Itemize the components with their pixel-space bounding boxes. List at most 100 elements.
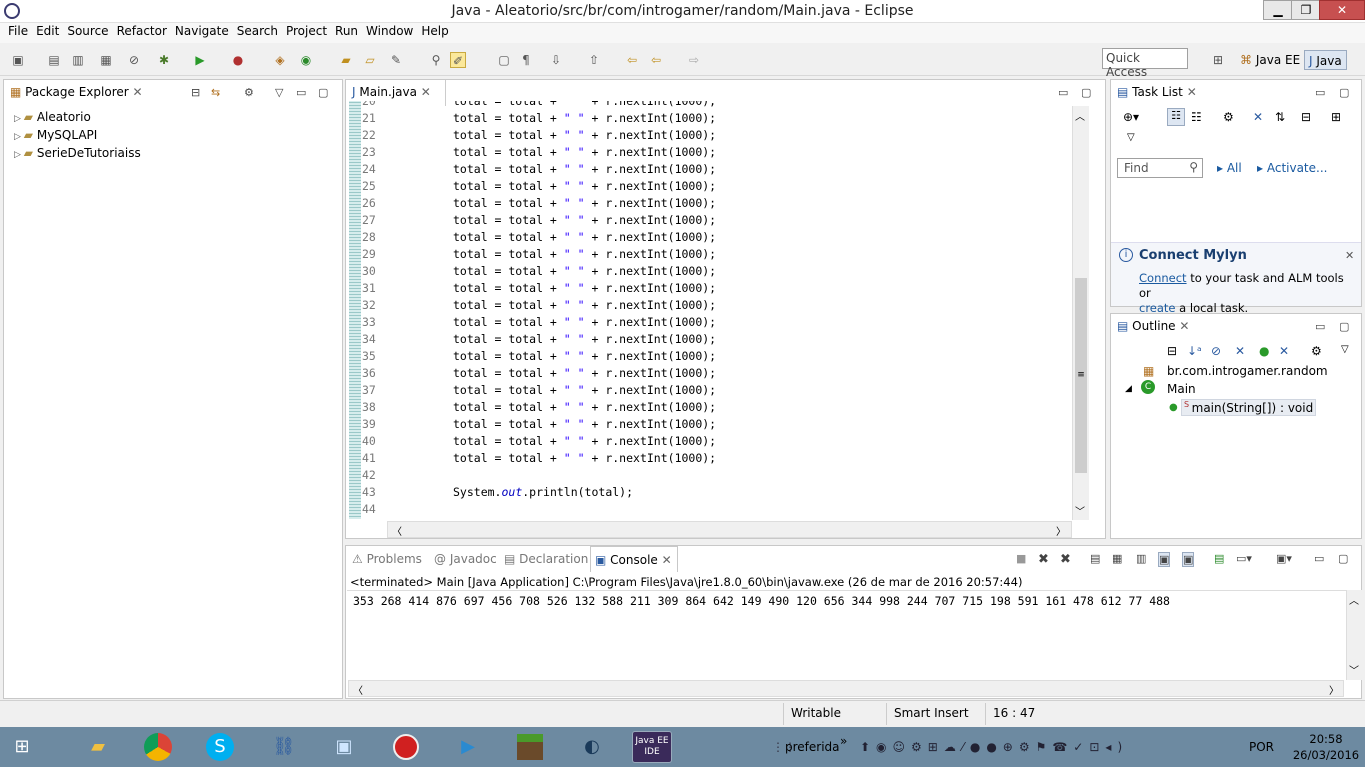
minimize-view-icon[interactable]: ▭ (1315, 86, 1325, 99)
tray-clock[interactable]: 20:58 26/03/2016 (1290, 731, 1362, 763)
maximize-view-icon[interactable]: ▢ (1339, 86, 1349, 99)
editor-hscrollbar[interactable]: 〈 〉 (387, 521, 1072, 538)
project-item[interactable]: ▷ ▰ Aleatorio (14, 110, 91, 124)
skype-icon[interactable]: S (200, 731, 240, 763)
code-line-println[interactable]: System.out.println(total); (453, 485, 633, 499)
tray-language[interactable]: POR (1249, 727, 1274, 767)
code-line[interactable]: total = total + " " + r.nextInt(1000); (453, 366, 716, 380)
maximize-view-icon[interactable]: ▢ (1081, 86, 1091, 99)
close-icon[interactable]: ✕ (133, 85, 143, 99)
menu-navigate[interactable]: Navigate (175, 23, 229, 38)
code-line[interactable]: total = total + " " + r.nextInt(1000); (453, 349, 716, 363)
maximize-button[interactable]: ❐ (1291, 0, 1321, 20)
menu-edit[interactable]: Edit (36, 23, 59, 38)
console-vscrollbar[interactable]: ︿ ﹀ (1346, 590, 1362, 680)
close-icon[interactable]: ✕ (1187, 85, 1197, 99)
link-editor-icon[interactable]: ⇆ (211, 86, 220, 99)
code-line[interactable]: total = total + " " + r.nextInt(1000); (453, 451, 716, 465)
scroll-up-icon[interactable]: ︿ (1349, 592, 1359, 607)
focus-icon[interactable]: ⚙ (1223, 110, 1234, 124)
save-all-icon[interactable]: ▥ (70, 52, 86, 68)
network-app-icon[interactable]: ⛓ (264, 731, 304, 763)
code-line[interactable]: total = total + " " + r.nextInt(1000); (453, 281, 716, 295)
code-line[interactable]: total = total + " " + r.nextInt(1000); (453, 145, 716, 159)
menu-help[interactable]: Help (421, 23, 448, 38)
forward-icon[interactable]: ⇨ (686, 52, 702, 68)
quick-access-input[interactable]: Quick Access (1102, 48, 1188, 79)
task-repo-icon[interactable]: ⊞ (1331, 110, 1341, 124)
run-icon[interactable]: ▶ (192, 52, 208, 68)
tray-preferida[interactable]: preferida (785, 727, 840, 767)
outline-class[interactable]: Main (1167, 382, 1196, 396)
menu-search[interactable]: Search (237, 23, 278, 38)
start-windows-icon[interactable]: ⊞ (2, 731, 42, 763)
tray-icons[interactable]: ⬆◉☺⚙⊞☁⁄●●⊕⚙⚑☎✓⊡◂) (860, 727, 1128, 767)
menu-window[interactable]: Window (366, 23, 413, 38)
back-icon[interactable]: ⇦ (648, 52, 664, 68)
expand-icon[interactable]: ▷ (14, 114, 24, 124)
hide-nonpublic-icon[interactable]: ● (1259, 344, 1269, 358)
tab-console[interactable]: ▣ Console ✕ (590, 546, 678, 572)
code-line[interactable]: total = total + " " + r.nextInt(1000); (453, 230, 716, 244)
expand-icon[interactable]: ▷ (14, 132, 24, 142)
code-line[interactable]: total = total + " " + r.nextInt(1000); (453, 179, 716, 193)
debug-icon[interactable]: ✱ (156, 52, 172, 68)
save-icon[interactable]: ▤ (46, 52, 62, 68)
code-line[interactable]: total = total + " " + r.nextInt(1000); (453, 298, 716, 312)
code-line[interactable]: total = total + " " + r.nextInt(1000); (453, 417, 716, 431)
connect-link[interactable]: Connect (1139, 271, 1187, 285)
view-menu-icon[interactable]: ⚙ (1311, 344, 1322, 358)
console-icon[interactable]: ▦ (98, 52, 114, 68)
new-console-icon[interactable]: ▣▾ (1276, 552, 1292, 565)
scroll-thumb[interactable]: ≡ (1075, 278, 1087, 473)
close-icon[interactable]: ✕ (1345, 249, 1354, 262)
minimize-view-icon[interactable]: ▭ (1314, 552, 1324, 565)
perspective-javaee[interactable]: ⌘ Java EE (1236, 50, 1304, 70)
control-panel-icon[interactable]: ▣ (324, 731, 364, 763)
menu-source[interactable]: Source (67, 23, 108, 38)
hide-static-icon[interactable]: ✕ (1235, 344, 1245, 358)
pin-console-icon[interactable]: ▤ (1214, 552, 1224, 565)
project-item[interactable]: ▷ ▰ MySQLAPI (14, 128, 97, 142)
scheduled-icon[interactable]: ☷ (1191, 110, 1202, 124)
open-type-icon[interactable]: ▰ (338, 52, 354, 68)
new-class-icon[interactable]: ◉ (298, 52, 314, 68)
perspective-java[interactable]: J Java (1304, 50, 1347, 70)
all-link[interactable]: ▸ All (1217, 161, 1242, 175)
code-line[interactable]: total = total + " " + r.nextInt(1000); (453, 247, 716, 261)
block-select-icon[interactable]: ▢ (496, 52, 512, 68)
minimize-view-icon[interactable]: ▭ (1315, 320, 1325, 333)
clear-console-icon[interactable]: ▤ (1090, 552, 1100, 565)
menu-file[interactable]: File (8, 23, 28, 38)
scroll-left-icon[interactable]: 〈 (392, 523, 402, 538)
synchronize-icon[interactable]: ⇅ (1275, 110, 1285, 124)
skip-breakpoints-icon[interactable]: ⊘ (126, 52, 142, 68)
minimize-view-icon[interactable]: ▭ (1058, 86, 1068, 99)
collapse-all-icon[interactable]: ⊟ (1167, 344, 1177, 358)
scroll-up-icon[interactable]: ︿ (1075, 108, 1085, 123)
show-stderr-icon[interactable]: ▣ (1182, 552, 1195, 567)
collapse-all-icon[interactable]: ⊟ (191, 86, 200, 99)
outline-package[interactable]: br.com.introgamer.random (1167, 364, 1328, 378)
maximize-view-icon[interactable]: ▢ (318, 86, 328, 99)
code-line[interactable]: total = total + " " + r.nextInt(1000); (453, 264, 716, 278)
hide-local-icon[interactable]: ✕ (1279, 344, 1289, 358)
scroll-right-icon[interactable]: 〉 (1329, 682, 1339, 697)
task-find-input[interactable]: Find ⚲ (1117, 158, 1203, 178)
new-icon[interactable]: ▣ (10, 52, 26, 68)
open-perspective-icon[interactable]: ⊞ (1210, 52, 1226, 68)
prev-annotation-icon[interactable]: ⇧ (586, 52, 602, 68)
code-line[interactable]: total = total + " " + r.nextInt(1000); (453, 332, 716, 346)
tab-javadoc[interactable]: @ Javadoc (434, 552, 497, 566)
hide-fields-icon[interactable]: ⊘ (1211, 344, 1221, 358)
close-icon[interactable]: ✕ (1179, 319, 1189, 333)
remove-launch-icon[interactable]: ✖ (1038, 552, 1049, 567)
record-icon[interactable] (386, 731, 426, 763)
code-line[interactable]: total = total + " " + r.nextInt(1000); (453, 111, 716, 125)
new-task-icon[interactable]: ⊕▾ (1123, 110, 1139, 124)
view-menu-icon[interactable]: ⚙ (244, 86, 254, 99)
code-line[interactable]: total = total + " " + r.nextInt(1000); (453, 128, 716, 142)
tab-package-explorer[interactable]: ▦ Package Explorer ✕ (4, 80, 144, 106)
code-line[interactable]: total = total + " " + r.nextInt(1000); (453, 213, 716, 227)
scroll-down-icon[interactable]: ﹀ (1349, 662, 1359, 677)
